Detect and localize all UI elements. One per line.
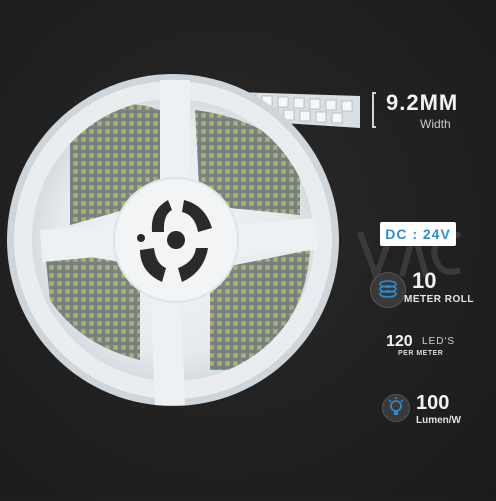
width-value: 9.2MM (386, 90, 459, 115)
voltage-text: DC : 24V (385, 226, 451, 242)
width-bracket-icon (372, 92, 376, 128)
lumen-label: Lumen/W (416, 415, 461, 426)
led-count-value: 120 (386, 333, 413, 350)
hub-hole-left (137, 234, 145, 242)
lumen-value: 100 (416, 392, 450, 414)
roll-coil-icon (370, 272, 406, 308)
width-label: Width (420, 117, 451, 131)
roll-length-value: 10 (412, 268, 437, 293)
led-count-label: PER METER (398, 350, 444, 357)
spec-panel: 9.2MM Width DC : 24V 10 METER ROLL 120 L… (360, 0, 496, 496)
led-count-unit: LED'S (422, 336, 456, 347)
lightbulb-icon (382, 394, 410, 422)
voltage-badge: DC : 24V (380, 222, 456, 246)
roll-length-label: METER ROLL (404, 294, 474, 305)
